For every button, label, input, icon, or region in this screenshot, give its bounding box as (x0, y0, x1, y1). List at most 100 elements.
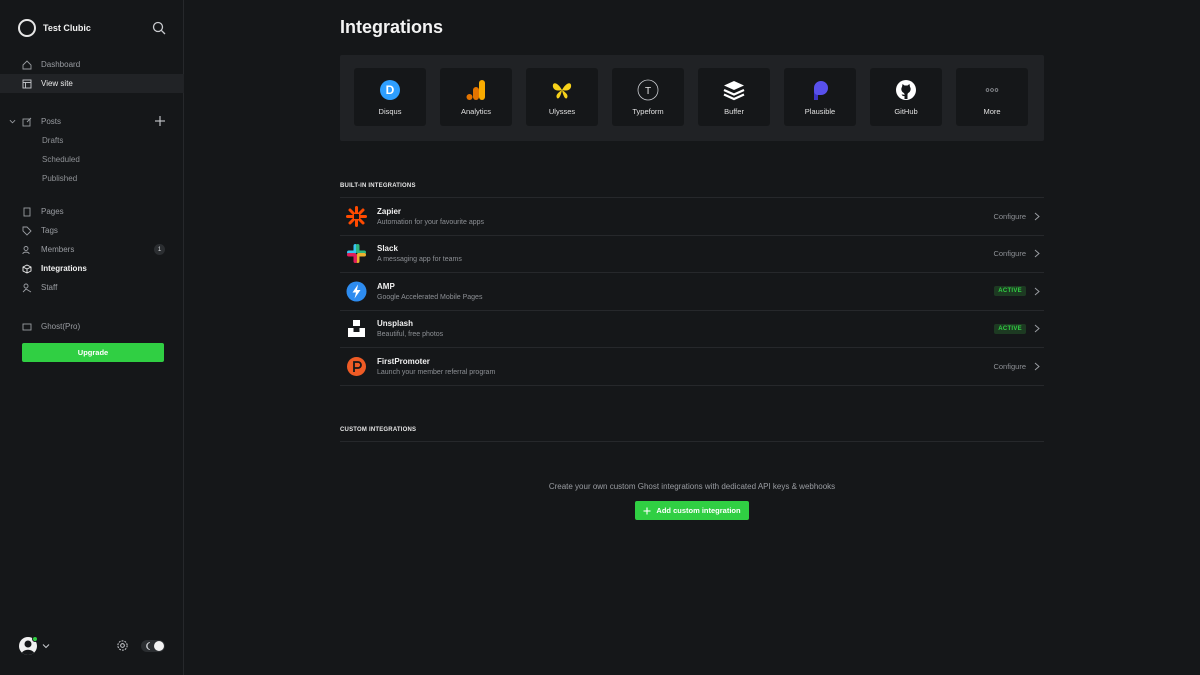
custom-integrations-text: Create your own custom Ghost integration… (548, 482, 836, 491)
integration-description: A messaging app for teams (377, 256, 462, 264)
builtin-integrations-heading: BUILT-IN INTEGRATIONS (340, 183, 416, 189)
chevron-right-icon[interactable] (1034, 324, 1040, 333)
sidebar-item-label: Dashboard (41, 60, 81, 69)
unsplash-icon (346, 318, 367, 339)
integration-row-amp[interactable]: AMP Google Accelerated Mobile Pages ACTI… (340, 273, 1044, 311)
sidebar-item-ghost-pro[interactable]: Ghost(Pro) (0, 317, 184, 336)
tile-analytics[interactable]: Analytics (440, 68, 512, 126)
configure-link[interactable]: Configure (993, 212, 1026, 221)
sidebar-item-integrations[interactable]: Integrations (0, 259, 184, 278)
divider (340, 441, 1044, 442)
configure-link[interactable]: Configure (993, 249, 1026, 258)
status-badge: ACTIVE (994, 323, 1026, 334)
chevron-right-icon[interactable] (1034, 287, 1040, 296)
chevron-down-icon[interactable] (9, 118, 16, 125)
sidebar-footer (0, 636, 184, 656)
integration-row-zapier[interactable]: Zapier Automation for your favourite app… (340, 198, 1044, 236)
moon-icon (146, 642, 151, 650)
search-icon[interactable] (152, 21, 166, 35)
home-icon (22, 59, 32, 69)
sidebar-item-dashboard[interactable]: Dashboard (0, 55, 184, 74)
staff-icon (22, 283, 32, 292)
edit-icon (22, 117, 32, 126)
tile-plausible[interactable]: Plausible (784, 68, 856, 126)
sidebar-item-posts[interactable]: Posts (0, 112, 184, 131)
sidebar: Test Clubic Dashboard View site Posts Dr… (0, 0, 184, 675)
sidebar-item-label: Posts (41, 117, 62, 126)
ghost-pro-icon (22, 323, 32, 330)
integration-name: Zapier (377, 206, 402, 216)
sidebar-item-tags[interactable]: Tags (0, 221, 184, 240)
members-icon (22, 245, 30, 254)
chevron-right-icon[interactable] (1034, 212, 1040, 221)
sidebar-item-staff[interactable]: Staff (0, 278, 184, 297)
sidebar-item-published[interactable]: Published (0, 169, 184, 188)
disqus-icon: D (379, 79, 401, 101)
chevron-right-icon[interactable] (1034, 249, 1040, 258)
firstpromoter-icon (346, 356, 367, 377)
analytics-icon (465, 79, 487, 101)
buffer-icon (723, 79, 745, 101)
chevron-right-icon[interactable] (1034, 362, 1040, 371)
typeform-icon: T (637, 79, 659, 101)
integrations-icon (22, 263, 32, 274)
members-count-badge: 1 (154, 244, 165, 255)
sidebar-item-drafts[interactable]: Drafts (0, 131, 184, 150)
tile-label: Analytics (460, 106, 491, 116)
tile-disqus[interactable]: D Disqus (354, 68, 426, 126)
svg-text:T: T (645, 86, 651, 97)
sidebar-item-label: Ghost(Pro) (41, 322, 81, 331)
sidebar-item-scheduled[interactable]: Scheduled (0, 150, 184, 169)
tile-label: Buffer (724, 106, 744, 116)
tag-icon (22, 226, 32, 236)
tile-label: Typeform (632, 106, 664, 116)
integration-row-unsplash[interactable]: Unsplash Beautiful, free photos ACTIVE (340, 311, 1044, 348)
tile-label: Plausible (804, 106, 836, 116)
gear-icon[interactable] (116, 639, 129, 652)
tile-github[interactable]: GitHub (870, 68, 942, 126)
brand-name: Test Clubic (43, 23, 91, 33)
dark-mode-toggle[interactable] (141, 640, 165, 652)
chevron-down-icon[interactable] (42, 642, 50, 650)
sidebar-item-members[interactable]: Members 1 (0, 240, 184, 259)
sidebar-item-pages[interactable]: Pages (0, 202, 184, 221)
add-post-icon[interactable] (154, 115, 166, 127)
integration-description: Beautiful, free photos (377, 331, 444, 339)
integration-name: AMP (377, 281, 395, 291)
layout-icon (22, 79, 32, 88)
integration-row-slack[interactable]: Slack A messaging app for teams Configur… (340, 236, 1044, 273)
page-title: Integrations (340, 17, 444, 37)
main-content: Integrations D Disqus Analytics Ulysses (184, 0, 1200, 675)
tile-typeform[interactable]: T Typeform (612, 68, 684, 126)
tile-more[interactable]: More (956, 68, 1028, 126)
plausible-icon (809, 79, 831, 101)
amp-icon (346, 281, 367, 302)
integration-row-firstpromoter[interactable]: FirstPromoter Launch your member referra… (340, 348, 1044, 386)
pages-icon (23, 207, 31, 216)
tile-label: GitHub (894, 106, 918, 116)
status-badge: ACTIVE (994, 286, 1026, 297)
integration-name: FirstPromoter (377, 356, 430, 366)
add-custom-integration-button[interactable]: Add custom integration (635, 501, 749, 520)
upgrade-button[interactable]: Upgrade (22, 343, 164, 362)
zapier-icon (346, 205, 367, 227)
sidebar-item-label: Integrations (41, 264, 87, 273)
toggle-knob (154, 641, 164, 651)
sidebar-item-label: Staff (41, 283, 58, 292)
brand-logo-icon (18, 19, 36, 37)
integration-description: Google Accelerated Mobile Pages (377, 293, 483, 301)
sidebar-item-label: View site (41, 79, 73, 88)
integration-name: Slack (377, 244, 398, 254)
integration-description: Automation for your favourite apps (377, 218, 485, 226)
configure-link[interactable]: Configure (993, 362, 1026, 371)
tile-buffer[interactable]: Buffer (698, 68, 770, 126)
ulysses-icon (551, 79, 573, 101)
add-custom-integration-label: Add custom integration (656, 506, 741, 515)
sidebar-item-view-site[interactable]: View site (0, 74, 184, 93)
integration-tiles: D Disqus Analytics Ulysses T Typeform Bu… (340, 55, 1044, 141)
slack-icon (346, 243, 367, 264)
plus-icon (643, 507, 651, 514)
sidebar-item-label: Members (41, 245, 75, 254)
tile-ulysses[interactable]: Ulysses (526, 68, 598, 126)
builtin-integrations-list: Zapier Automation for your favourite app… (340, 197, 1044, 386)
